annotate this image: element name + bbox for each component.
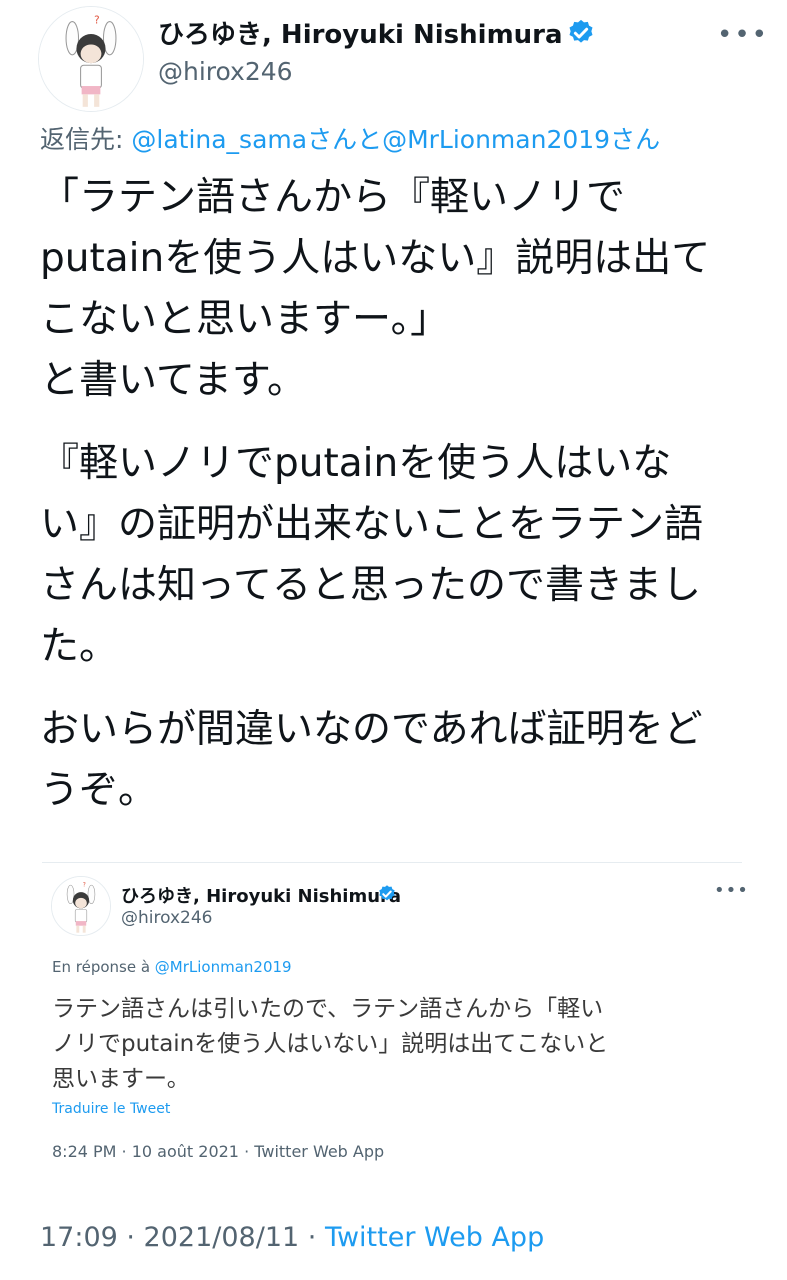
quoted-tweet-text: ラテン語さんは引いたので、ラテン語さんから「軽い ノリでputainを使う人はい… [52, 996, 609, 1092]
svg-text:?: ? [94, 15, 100, 27]
quoted-more-options-icon[interactable]: ••• [714, 880, 749, 901]
reply-mentions-link[interactable]: @latina_samaさんと@MrLionman2019さん [131, 125, 660, 154]
tweet-paragraph-2: 『軽いノリでputainを使う人はいな い』の証明が出来ないことをラテン語 さん… [40, 441, 704, 669]
tweet-source-app-link[interactable]: Twitter Web App [325, 1222, 544, 1253]
quoted-verified-badge-icon [379, 885, 395, 901]
quoted-reply-mention-link[interactable]: @MrLionman2019 [155, 958, 292, 976]
translate-tweet-link[interactable]: Traduire le Tweet [52, 1101, 170, 1117]
more-options-icon[interactable]: ••• [717, 20, 769, 50]
svg-text:?: ? [83, 882, 86, 888]
reply-context: 返信先: @latina_samaさんと@MrLionman2019さん [40, 120, 660, 156]
author-avatar[interactable]: ? [38, 6, 144, 112]
author-handle[interactable]: @hirox246 [158, 57, 293, 86]
quoted-author-avatar[interactable]: ? [51, 876, 111, 936]
quoted-avatar-illustration: ? [52, 877, 110, 935]
quoted-author-name[interactable]: ひろゆき, Hiroyuki Nishimura [121, 882, 401, 908]
reply-prefix: 返信先: [40, 125, 132, 154]
quoted-tweet-timestamp: 8:24 PM · 10 août 2021 · Twitter Web App [52, 1142, 385, 1161]
quoted-tweet-divider [42, 862, 742, 863]
tweet-timestamp: 17:09 · 2021/08/11 · Twitter Web App [40, 1222, 544, 1253]
avatar-illustration: ? [39, 7, 143, 111]
author-name[interactable]: ひろゆき, Hiroyuki Nishimura [158, 14, 563, 51]
quoted-reply-context: En réponse à @MrLionman2019 [52, 958, 292, 976]
quoted-author-handle[interactable]: @hirox246 [121, 908, 213, 928]
tweet-paragraph-3: おいらが間違いなのであれば証明をど うぞ。 [40, 707, 703, 813]
quoted-reply-prefix: En réponse à [52, 958, 155, 976]
verified-badge-icon [569, 19, 593, 43]
tweet-time: 17:09 · 2021/08/11 · [40, 1222, 325, 1253]
tweet-paragraph-1: 「ラテン語さんから『軽いノリで putainを使う人はいない』説明は出て こない… [40, 175, 711, 403]
